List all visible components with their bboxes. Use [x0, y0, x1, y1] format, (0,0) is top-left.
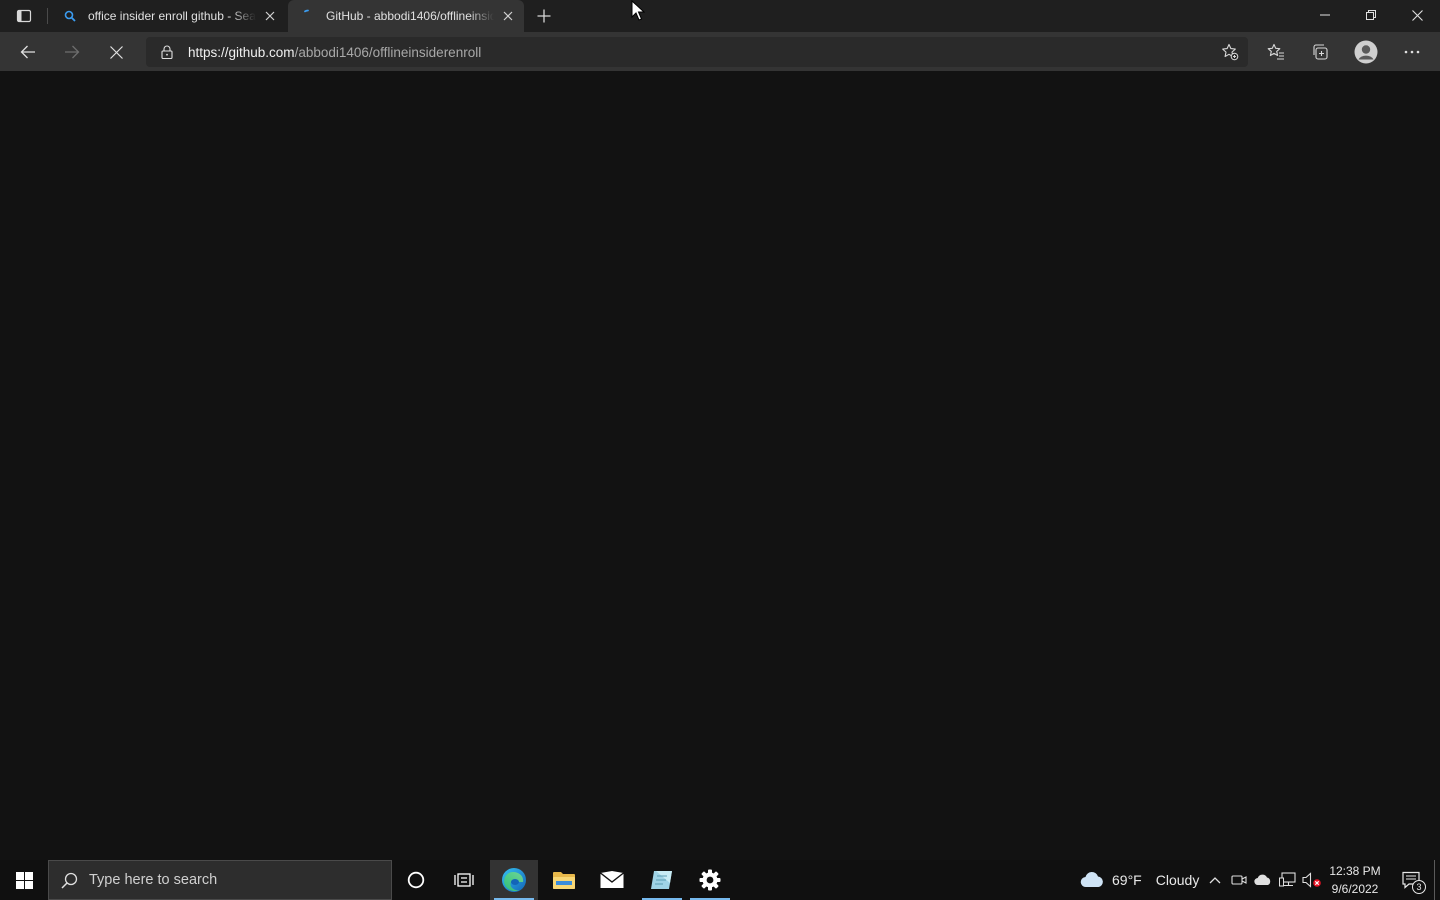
- arrow-left-icon: [20, 45, 35, 59]
- windows-logo-icon: [15, 871, 33, 889]
- forward-button[interactable]: [56, 36, 88, 68]
- tab-separator: [47, 8, 48, 24]
- taskbar-file-explorer[interactable]: [540, 860, 588, 900]
- tab-close-icon[interactable]: [498, 6, 518, 26]
- favorites-star-list-icon: [1267, 43, 1284, 60]
- arrow-right-icon: [65, 45, 80, 59]
- taskbar-clock[interactable]: 12:38 PM 9/6/2022: [1326, 862, 1384, 898]
- meet-now-button[interactable]: [1230, 860, 1248, 900]
- weather-temp: 69°F: [1112, 872, 1142, 888]
- notepad-app-icon: [651, 871, 672, 889]
- notification-count-badge: 3: [1412, 880, 1426, 894]
- settings-more-button[interactable]: [1396, 36, 1428, 68]
- plus-icon: [537, 9, 551, 23]
- tab-title: office insider enroll github - Search: [88, 9, 256, 23]
- taskbar: Type here to search 69°F Cloudy 12:38 PM…: [0, 860, 1440, 900]
- tab-actions-menu-button[interactable]: [8, 4, 40, 28]
- close-icon: [109, 45, 123, 59]
- url-text[interactable]: https://github.com/abbodi1406/offlineins…: [188, 45, 481, 60]
- avatar: [1354, 40, 1378, 64]
- stop-loading-button[interactable]: [100, 36, 132, 68]
- close-icon: [1411, 9, 1423, 21]
- clock-date: 9/6/2022: [1331, 882, 1379, 896]
- back-button[interactable]: [12, 36, 44, 68]
- show-desktop-button[interactable]: [1434, 860, 1440, 900]
- taskbar-settings[interactable]: [686, 860, 734, 900]
- volume-button[interactable]: [1301, 860, 1323, 900]
- minimize-button[interactable]: [1302, 0, 1348, 30]
- lock-icon[interactable]: [152, 37, 182, 67]
- show-hidden-icons-button[interactable]: [1206, 860, 1224, 900]
- loading-favicon-icon: [300, 8, 316, 24]
- start-button[interactable]: [0, 860, 48, 900]
- tab-close-icon[interactable]: [260, 6, 280, 26]
- cortana-button[interactable]: [392, 860, 440, 900]
- chevron-up-icon: [1209, 877, 1221, 884]
- gear-icon: [699, 869, 721, 891]
- restore-icon: [1366, 10, 1376, 20]
- tab-search[interactable]: office insider enroll github - Search: [50, 0, 286, 32]
- favorites-button[interactable]: [1260, 36, 1292, 68]
- url-host: https://github.com: [188, 44, 295, 60]
- search-placeholder: Type here to search: [89, 872, 218, 888]
- onedrive-cloud-icon: [1254, 874, 1271, 886]
- page-content: [0, 71, 1440, 860]
- taskbar-search-box[interactable]: Type here to search: [48, 860, 392, 900]
- task-view-button[interactable]: [440, 860, 488, 900]
- tab-actions-icon: [16, 9, 32, 23]
- restore-button[interactable]: [1348, 0, 1394, 30]
- folder-icon: [553, 872, 575, 889]
- onedrive-button[interactable]: [1253, 860, 1273, 900]
- tab-strip: office insider enroll github - Search Gi…: [0, 0, 1440, 32]
- tab-title: GitHub - abbodi1406/offlineinsiderenroll: [326, 9, 494, 23]
- search-icon: [49, 872, 89, 889]
- url-path: /abbodi1406/offlineinsiderenroll: [294, 44, 482, 60]
- network-button[interactable]: [1278, 860, 1298, 900]
- mail-icon: [600, 871, 624, 888]
- taskbar-app[interactable]: [638, 860, 686, 900]
- new-tab-button[interactable]: [532, 4, 556, 28]
- task-view-icon: [454, 873, 474, 887]
- edge-browser-icon: [502, 868, 526, 892]
- volume-muted-icon: [1302, 872, 1321, 888]
- clock-time: 12:38 PM: [1329, 864, 1381, 878]
- weather-condition: Cloudy: [1155, 872, 1200, 888]
- browser-toolbar: https://github.com/abbodi1406/offlineins…: [0, 32, 1440, 71]
- more-horizontal-icon: [1404, 50, 1420, 54]
- cortana-icon: [407, 871, 425, 889]
- close-window-button[interactable]: [1394, 0, 1440, 30]
- taskbar-edge[interactable]: [490, 860, 538, 900]
- minimize-icon: [1320, 14, 1330, 16]
- tab-github[interactable]: GitHub - abbodi1406/offlineinsiderenroll: [288, 0, 524, 32]
- collections-button[interactable]: [1304, 36, 1336, 68]
- cloud-icon: [1080, 872, 1104, 888]
- action-center-button[interactable]: 3: [1394, 860, 1428, 900]
- camera-icon: [1231, 875, 1247, 885]
- network-icon: [1279, 872, 1296, 887]
- taskbar-mail[interactable]: [588, 860, 636, 900]
- weather-widget[interactable]: 69°F Cloudy: [1080, 860, 1199, 900]
- search-favicon-icon: [62, 8, 78, 24]
- address-bar[interactable]: https://github.com/abbodi1406/offlineins…: [146, 37, 1248, 67]
- add-favorite-icon[interactable]: [1218, 40, 1242, 64]
- profile-button[interactable]: [1350, 36, 1382, 68]
- mouse-cursor-icon: [631, 0, 645, 21]
- collections-icon: [1313, 44, 1328, 60]
